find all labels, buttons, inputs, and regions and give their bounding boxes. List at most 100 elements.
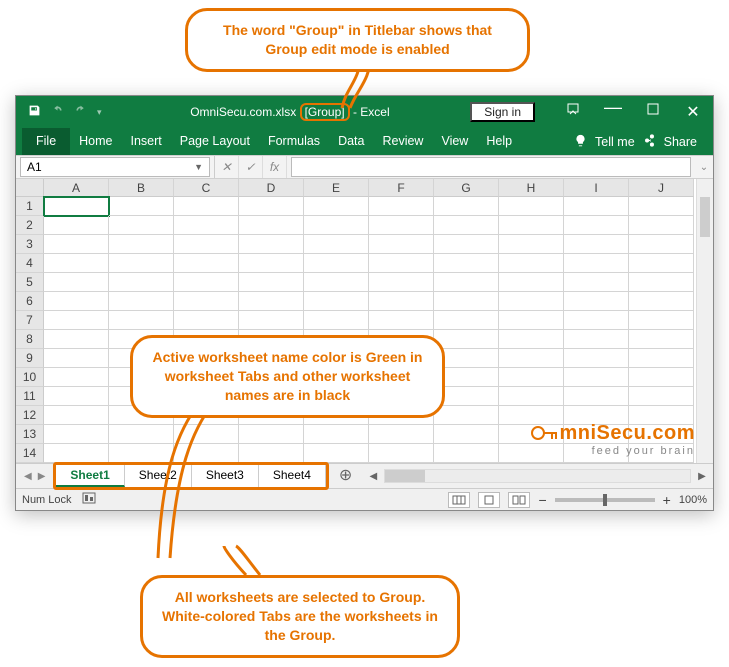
cell[interactable] [239,425,304,444]
scroll-track[interactable] [384,469,691,483]
maximize-icon[interactable] [633,102,673,122]
enter-icon[interactable]: ✓ [239,156,263,178]
ribbon-options-icon[interactable] [553,102,593,122]
cell[interactable] [109,425,174,444]
cell[interactable] [44,425,109,444]
cell[interactable] [369,216,434,235]
cell[interactable] [109,273,174,292]
cell[interactable] [239,444,304,463]
tab-nav-prev-icon[interactable]: ◀ [24,471,32,482]
new-sheet-button[interactable]: ⊕ [329,465,362,487]
cell[interactable] [629,216,694,235]
spreadsheet-grid[interactable]: A B C D E F G H I J 1234567891011121314 [16,179,696,463]
cell[interactable] [629,349,694,368]
col-head[interactable]: D [239,179,304,197]
cell[interactable] [369,254,434,273]
view-normal-icon[interactable] [448,492,470,508]
row-head[interactable]: 6 [16,292,44,311]
cell[interactable] [629,330,694,349]
scroll-thumb[interactable] [385,470,425,482]
col-head[interactable]: F [369,179,434,197]
select-all-corner[interactable] [16,179,44,197]
share-button[interactable]: Share [664,135,697,149]
sheet-tab-sheet1[interactable]: Sheet1 [56,465,124,487]
cell[interactable] [304,254,369,273]
tab-data[interactable]: Data [329,128,373,155]
sheet-tab-sheet4[interactable]: Sheet4 [259,465,326,487]
zoom-handle[interactable] [603,494,607,506]
cell[interactable] [434,216,499,235]
cell[interactable] [434,406,499,425]
cell[interactable] [564,368,629,387]
col-head[interactable]: C [174,179,239,197]
row-head[interactable]: 9 [16,349,44,368]
view-page-break-icon[interactable] [508,492,530,508]
col-head[interactable]: G [434,179,499,197]
cell[interactable] [109,292,174,311]
tab-page-layout[interactable]: Page Layout [171,128,259,155]
cell[interactable] [434,425,499,444]
cell[interactable] [174,235,239,254]
cell[interactable] [629,273,694,292]
cell[interactable] [564,311,629,330]
cell[interactable] [44,197,109,216]
cell[interactable] [304,292,369,311]
undo-icon[interactable] [51,104,64,120]
name-box-dropdown-icon[interactable]: ▼ [194,162,203,172]
col-head[interactable]: A [44,179,109,197]
col-head[interactable]: B [109,179,174,197]
cell[interactable] [109,197,174,216]
sheet-tab-sheet2[interactable]: Sheet2 [125,465,192,487]
zoom-level[interactable]: 100% [679,494,707,506]
macro-record-icon[interactable] [82,492,96,507]
cell[interactable] [174,216,239,235]
cell[interactable] [44,273,109,292]
row-head[interactable]: 3 [16,235,44,254]
zoom-slider[interactable] [555,498,655,502]
cell[interactable] [499,387,564,406]
cell[interactable] [564,330,629,349]
cell[interactable] [564,254,629,273]
col-head[interactable]: J [629,179,694,197]
cell[interactable] [239,292,304,311]
minimize-icon[interactable]: — [593,102,633,122]
formula-input[interactable] [291,157,691,177]
cell[interactable] [499,311,564,330]
redo-icon[interactable] [74,104,87,120]
cell[interactable] [499,273,564,292]
cell[interactable] [434,254,499,273]
cell[interactable] [304,235,369,254]
name-box[interactable]: A1 ▼ [20,157,210,177]
vertical-scrollbar[interactable] [696,179,713,463]
cell[interactable] [44,254,109,273]
cell[interactable] [174,197,239,216]
cell[interactable] [109,235,174,254]
row-head[interactable]: 7 [16,311,44,330]
cell[interactable] [369,425,434,444]
cell[interactable] [434,197,499,216]
cell[interactable] [434,292,499,311]
sign-in-button[interactable]: Sign in [470,102,535,122]
save-icon[interactable] [28,104,41,120]
cell[interactable] [499,368,564,387]
col-head[interactable]: E [304,179,369,197]
cell[interactable] [174,254,239,273]
row-head[interactable]: 4 [16,254,44,273]
cell[interactable] [369,311,434,330]
cell[interactable] [564,273,629,292]
row-head[interactable]: 8 [16,330,44,349]
row-head[interactable]: 11 [16,387,44,406]
cell[interactable] [564,292,629,311]
scroll-right-icon[interactable]: ▶ [695,471,709,482]
cell[interactable] [44,406,109,425]
cell[interactable] [239,216,304,235]
cell[interactable] [434,444,499,463]
cell[interactable] [239,197,304,216]
cell[interactable] [369,235,434,254]
cell[interactable] [629,368,694,387]
cell[interactable] [564,349,629,368]
cell[interactable] [304,197,369,216]
cell[interactable] [44,349,109,368]
cell[interactable] [434,235,499,254]
zoom-out-icon[interactable]: − [538,492,546,508]
